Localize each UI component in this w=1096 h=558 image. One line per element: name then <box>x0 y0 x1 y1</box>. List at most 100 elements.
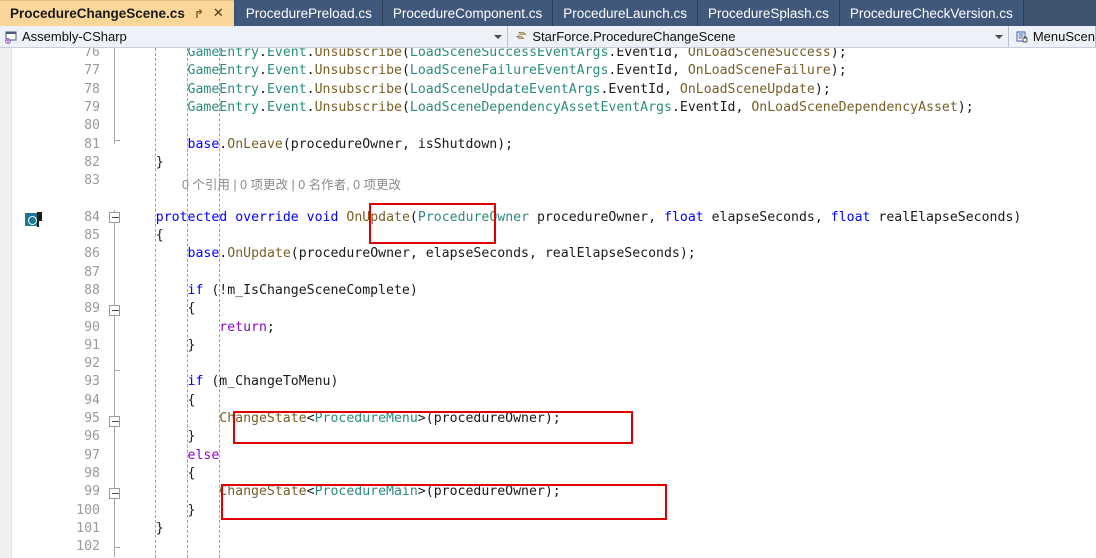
code-token: EventId <box>616 48 672 60</box>
code-line[interactable]: { <box>124 392 1096 410</box>
code-text-area[interactable]: GameEntry.Event.Unsubscribe(LoadSceneSuc… <box>124 48 1096 558</box>
code-line[interactable]: GameEntry.Event.Unsubscribe(LoadSceneSuc… <box>124 48 1096 62</box>
code-token: . <box>259 63 267 79</box>
navbar-type-dropdown[interactable]: StarForce.ProcedureChangeScene <box>508 26 1009 47</box>
editor-tab-label: ProcedureChangeScene.cs <box>10 6 185 21</box>
code-token: GameEntry <box>187 63 259 79</box>
editor-tab-0[interactable]: ProcedureChangeScene.cs ↱ ✕ <box>0 0 234 26</box>
code-line[interactable]: { <box>124 227 1096 245</box>
outlining-margin[interactable] <box>108 48 124 558</box>
code-line[interactable]: { <box>124 300 1096 318</box>
code-token: ( <box>401 48 410 60</box>
code-line[interactable] <box>124 264 1096 282</box>
code-token: { <box>124 228 164 243</box>
code-token: OnLoadSceneSuccess <box>687 48 831 60</box>
editor-tab-5[interactable]: ProcedureCheckVersion.cs <box>839 0 1024 26</box>
code-token: Event <box>266 99 307 115</box>
code-line[interactable]: if (!m_IsChangeSceneComplete) <box>124 282 1096 300</box>
code-token: . <box>306 81 315 97</box>
line-number: 99 <box>84 484 100 500</box>
editor-tab-3[interactable]: ProcedureLaunch.cs <box>553 0 699 26</box>
code-line[interactable] <box>124 538 1096 556</box>
chevron-down-icon[interactable] <box>994 34 1003 39</box>
outlining-bar <box>114 306 115 374</box>
code-token: } <box>124 520 164 536</box>
chevron-down-icon[interactable] <box>494 34 503 39</box>
code-token: procedureOwner, <box>529 209 665 225</box>
code-token: (!m_IsChangeSceneComplete) <box>203 282 418 298</box>
code-line[interactable]: base.OnUpdate(procedureOwner, elapseSeco… <box>124 245 1096 263</box>
method-private-icon <box>1015 30 1029 44</box>
codelens-info[interactable]: 0 个引用 | 0 项更改 | 0 名作者, 0 项更改 <box>182 174 401 193</box>
line-number: 96 <box>84 429 100 445</box>
line-number: 93 <box>84 374 100 390</box>
code-token: . <box>306 99 315 115</box>
code-token: ( <box>401 81 410 97</box>
code-token: Event <box>266 81 307 97</box>
code-token: if <box>187 282 204 298</box>
collapse-region-button[interactable] <box>109 305 120 316</box>
editor-tab-4[interactable]: ProcedureSplash.cs <box>698 0 840 26</box>
collapse-region-button[interactable] <box>109 212 120 223</box>
line-number: 81 <box>84 136 100 152</box>
code-token: . <box>306 48 315 60</box>
code-line[interactable]: GameEntry.Event.Unsubscribe(LoadSceneFai… <box>124 62 1096 80</box>
code-line[interactable]: } <box>124 337 1096 355</box>
code-line[interactable]: { <box>124 465 1096 483</box>
code-token: ( <box>401 99 410 115</box>
code-token: else <box>187 447 220 463</box>
navbar-member-dropdown[interactable]: MenuScen <box>1008 26 1096 47</box>
code-line[interactable] <box>124 355 1096 373</box>
navigation-bar: Assembly-CSharp StarForce.ProcedureChang… <box>0 26 1096 48</box>
code-line[interactable]: } <box>124 520 1096 538</box>
close-icon[interactable]: ✕ <box>213 7 224 20</box>
code-token: ); <box>957 99 974 115</box>
collapse-region-button[interactable] <box>109 488 120 499</box>
code-token: , <box>664 81 680 97</box>
code-token: ( <box>282 136 291 152</box>
collapse-region-button[interactable] <box>109 416 120 427</box>
editor-tab-strip: ProcedureChangeScene.cs ↱ ✕ ProcedurePreloa… <box>0 0 1096 26</box>
code-token: EventId <box>616 63 672 79</box>
code-line[interactable]: return; <box>124 319 1096 337</box>
code-token: ); <box>497 136 514 152</box>
code-token: { <box>124 301 196 317</box>
code-line[interactable]: base.OnLeave(procedureOwner, isShutdown)… <box>124 136 1096 154</box>
code-token: (m_ChangeToMenu) <box>203 374 339 390</box>
code-line[interactable]: else <box>124 447 1096 465</box>
glyph-margin[interactable] <box>12 48 42 558</box>
line-number: 91 <box>84 337 100 353</box>
line-number: 97 <box>84 447 100 463</box>
pin-icon[interactable]: ↱ <box>194 8 204 20</box>
code-token: ; <box>266 319 275 335</box>
code-line[interactable]: GameEntry.Event.Unsubscribe(LoadSceneDep… <box>124 99 1096 117</box>
code-line[interactable]: GameEntry.Event.Unsubscribe(LoadSceneUpd… <box>124 81 1096 99</box>
editor-tab-2[interactable]: ProcedureComponent.cs <box>382 0 554 26</box>
code-token: elapseSeconds, <box>703 209 831 225</box>
code-line[interactable]: } <box>124 154 1096 172</box>
class-icon <box>514 30 528 44</box>
code-token: , elapseSeconds, realElapseSeconds); <box>409 246 696 262</box>
code-token: ); <box>830 63 847 79</box>
line-number: 76 <box>84 48 100 60</box>
code-token: OnLeave <box>227 136 283 152</box>
code-token: . <box>259 99 267 115</box>
code-token: . <box>259 81 267 97</box>
code-token: float <box>830 209 871 225</box>
code-line[interactable] <box>124 117 1096 135</box>
code-editor[interactable]: 76 77 78 79 80 81 82 83 84 85 86 87 88 89 90 91 92 93 94 95… <box>0 48 1096 558</box>
code-token: , <box>735 99 752 115</box>
code-line[interactable]: protected override void OnUpdate(Procedu… <box>124 209 1096 227</box>
breakpoint-margin[interactable] <box>0 48 12 558</box>
navbar-project-dropdown[interactable]: Assembly-CSharp <box>0 26 509 47</box>
code-token: realElapseSeconds) <box>870 209 1022 225</box>
code-line[interactable]: if (m_ChangeToMenu) <box>124 373 1096 391</box>
code-token: if <box>187 374 204 390</box>
onupdate-method-highlight <box>369 203 496 244</box>
editor-tab-1[interactable]: ProcedurePreload.cs <box>235 0 383 26</box>
